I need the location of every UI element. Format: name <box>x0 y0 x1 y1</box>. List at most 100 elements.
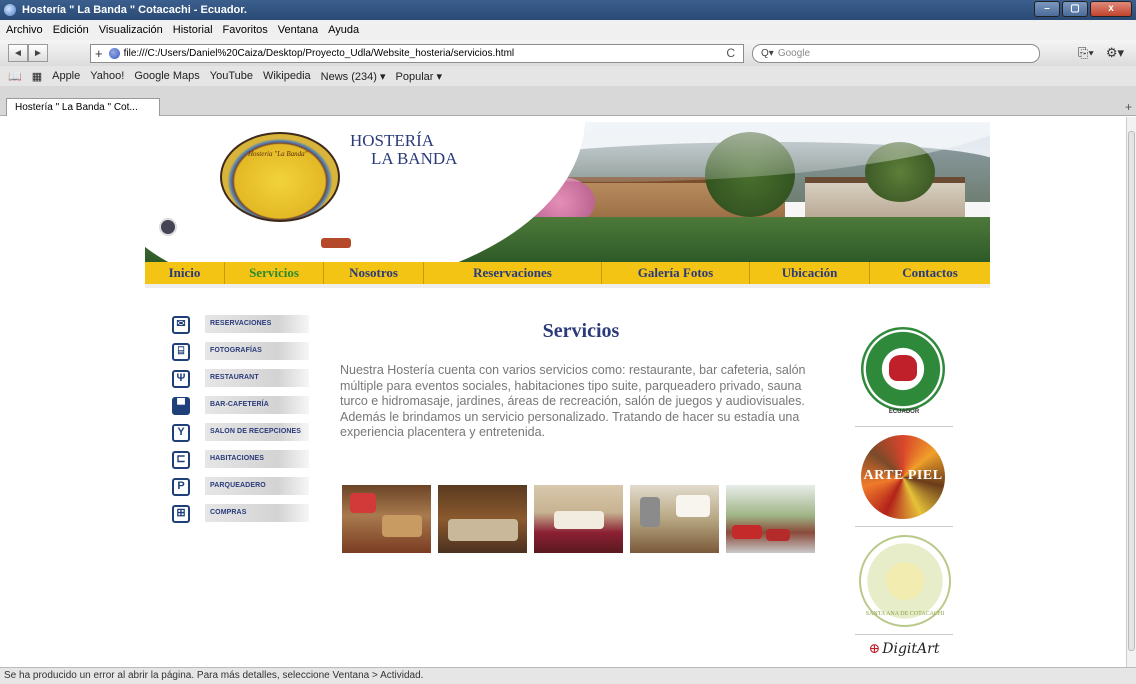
side-label-bar-cafeteria[interactable]: BAR-CAFETERÍA <box>205 396 309 414</box>
bed-icon: ⊏ <box>172 450 190 469</box>
page-menu-icon[interactable]: ⎘▾ <box>1078 45 1094 61</box>
side-label-habitaciones[interactable]: HABITACIONES <box>205 450 309 468</box>
menu-edicion[interactable]: Edición <box>53 24 89 36</box>
bookmark-youtube[interactable]: YouTube <box>210 70 253 82</box>
minimize-button[interactable]: – <box>1034 1 1060 17</box>
logo-text: Hosteria "La Banda" <box>248 150 308 158</box>
status-bar: Se ha producido un error al abrir la pág… <box>0 667 1136 684</box>
menu-favoritos[interactable]: Favoritos <box>223 24 268 36</box>
book-icon[interactable]: 📖 <box>8 70 22 83</box>
menu-historial[interactable]: Historial <box>173 24 213 36</box>
top-sites-icon[interactable]: ▦ <box>32 70 42 83</box>
services-side-menu: ✉ RESERVACIONES ⌸ FOTOGRAFÍAS Ψ RESTAURA… <box>172 311 312 527</box>
photo-bar-cafeteria[interactable] <box>342 485 431 553</box>
nav-galeria-fotos[interactable]: Galería Fotos <box>602 262 750 284</box>
coffee-cup-icon: ▀ <box>172 396 190 415</box>
photo-fireplace <box>640 497 660 527</box>
forward-button[interactable]: ► <box>28 44 48 62</box>
photo-suite[interactable] <box>534 485 623 553</box>
bookmark-yahoo[interactable]: Yahoo! <box>90 70 124 82</box>
nav-ubicacion[interactable]: Ubicación <box>750 262 870 284</box>
scrollbar-thumb[interactable] <box>1128 131 1135 651</box>
bookmark-news[interactable]: News (234) ▾ <box>321 70 386 83</box>
cotacachi-leather-logo[interactable]: ECUADOR <box>855 319 953 427</box>
side-label-parqueadero[interactable]: PARQUEADERO <box>205 477 309 495</box>
back-forward-group: ◄ ► <box>8 44 48 62</box>
bookmark-google-maps[interactable]: Google Maps <box>134 70 199 82</box>
menu-ayuda[interactable]: Ayuda <box>328 24 359 36</box>
digitart-text: DigitArt <box>882 641 940 657</box>
photo-diners <box>448 519 518 541</box>
reload-icon[interactable]: C <box>726 46 735 60</box>
bookmark-wikipedia[interactable]: Wikipedia <box>263 70 311 82</box>
menu-visualizacion[interactable]: Visualización <box>99 24 163 36</box>
new-tab-icon[interactable]: + <box>1125 100 1132 114</box>
leather-hide-icon <box>889 355 917 381</box>
photo-red-car-2 <box>766 529 790 541</box>
side-item-bar-cafeteria[interactable]: ▀ BAR-CAFETERÍA <box>172 392 312 419</box>
vertical-scrollbar[interactable] <box>1126 117 1136 667</box>
side-label-restaurant[interactable]: RESTAURANT <box>205 369 309 387</box>
side-item-fotografias[interactable]: ⌸ FOTOGRAFÍAS <box>172 338 312 365</box>
nav-inicio[interactable]: Inicio <box>145 262 225 284</box>
navigation-toolbar: ◄ ► + file:///C:/Users/Daniel%20Caiza/De… <box>0 40 1136 66</box>
side-label-fotografias[interactable]: FOTOGRAFÍAS <box>205 342 309 360</box>
envelope-icon: ✉ <box>172 315 190 334</box>
side-item-habitaciones[interactable]: ⊏ HABITACIONES <box>172 446 312 473</box>
photo-red-car <box>732 525 762 539</box>
photo-parqueadero[interactable] <box>726 485 815 553</box>
arte-piel-logo[interactable]: ARTE PIEL <box>855 429 953 527</box>
menu-ventana[interactable]: Ventana <box>278 24 318 36</box>
back-button[interactable]: ◄ <box>8 44 28 62</box>
site-title-line2: LA BANDA <box>371 149 458 168</box>
side-item-compras[interactable]: ⊞ COMPRAS <box>172 500 312 527</box>
photo-salon[interactable] <box>630 485 719 553</box>
hosteria-logo[interactable]: Hosteria "La Banda" <box>220 132 340 222</box>
parking-icon: P <box>172 477 190 496</box>
camera-icon: ⌸ <box>172 342 190 361</box>
site-banner: Hosteria "La Banda" HOSTERÍA LA BANDA <box>145 122 990 262</box>
services-description: Nuestra Hostería cuenta con varios servi… <box>340 363 806 439</box>
menu-bar: Archivo Edición Visualización Historial … <box>0 20 1136 40</box>
arte-piel-text: ARTE PIEL <box>863 468 943 483</box>
nav-nosotros[interactable]: Nosotros <box>324 262 424 284</box>
nav-servicios[interactable]: Servicios <box>225 262 324 284</box>
digitart-logo[interactable]: ⊕ DigitArt <box>855 637 953 667</box>
side-item-salon-recepciones[interactable]: Y SALON DE RECEPCIONES <box>172 419 312 446</box>
side-item-parqueadero[interactable]: P PARQUEADERO <box>172 473 312 500</box>
toolbar-icons: ⎘▾ ⚙▾ <box>1078 45 1124 61</box>
address-bar[interactable]: + file:///C:/Users/Daniel%20Caiza/Deskto… <box>90 44 744 63</box>
photo-bar-counter <box>382 515 422 537</box>
fork-knife-icon: Ψ <box>172 369 190 388</box>
photo-bed <box>554 511 604 529</box>
maximize-button[interactable]: ▢ <box>1062 1 1088 17</box>
side-label-compras[interactable]: COMPRAS <box>205 504 309 522</box>
close-button[interactable]: x <box>1090 1 1132 17</box>
banner-car <box>321 238 351 248</box>
nav-contactos[interactable]: Contactos <box>870 262 990 284</box>
side-item-reservaciones[interactable]: ✉ RESERVACIONES <box>172 311 312 338</box>
window-title: Hostería " La Banda " Cotacachi - Ecuado… <box>22 4 247 16</box>
glass-icon: Y <box>172 423 190 442</box>
side-label-salon-recepciones[interactable]: SALON DE RECEPCIONES <box>205 423 309 441</box>
photo-painting <box>350 493 376 513</box>
bookmarks-bar: 📖 ▦ Apple Yahoo! Google Maps YouTube Wik… <box>0 66 1136 86</box>
browser-window: Hostería " La Banda " Cotacachi - Ecuado… <box>0 0 1136 684</box>
page-viewport: Hosteria "La Banda" HOSTERÍA LA BANDA In… <box>0 117 1126 667</box>
url-text[interactable]: file:///C:/Users/Daniel%20Caiza/Desktop/… <box>124 48 515 59</box>
tab-hosteria[interactable]: Hostería " La Banda " Cot... <box>6 98 160 116</box>
side-label-reservaciones[interactable]: RESERVACIONES <box>205 315 309 333</box>
digitart-wordmark: ⊕ DigitArt <box>855 641 953 657</box>
tab-bar: Hostería " La Banda " Cot... + <box>0 86 1136 116</box>
nav-reservaciones[interactable]: Reservaciones <box>424 262 602 284</box>
settings-icon[interactable]: ⚙▾ <box>1106 45 1124 61</box>
add-bookmark-icon[interactable]: + <box>95 46 103 61</box>
side-item-restaurant[interactable]: Ψ RESTAURANT <box>172 365 312 392</box>
photo-restaurant[interactable] <box>438 485 527 553</box>
photo-window <box>676 495 710 517</box>
bookmark-popular[interactable]: Popular ▾ <box>396 70 443 83</box>
menu-archivo[interactable]: Archivo <box>6 24 43 36</box>
search-field[interactable]: Q▾ Google <box>752 44 1040 63</box>
bookmark-apple[interactable]: Apple <box>52 70 80 82</box>
comunidad-terapeutica-logo[interactable]: SANTA ANA DE COTACACHI <box>855 531 953 635</box>
